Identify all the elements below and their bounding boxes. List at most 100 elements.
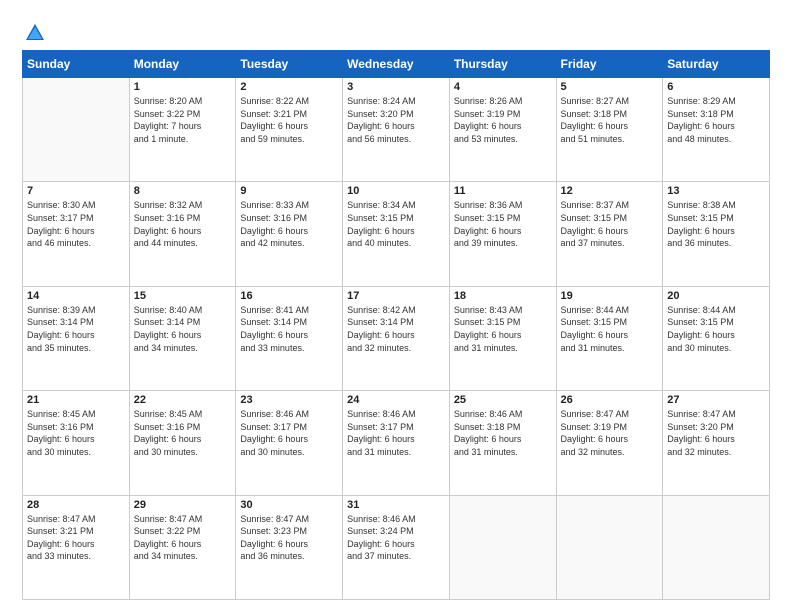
day-number: 25 [454, 394, 552, 406]
day-number: 13 [667, 185, 765, 197]
day-number: 31 [347, 499, 445, 511]
calendar-cell: 18Sunrise: 8:43 AM Sunset: 3:15 PM Dayli… [449, 286, 556, 390]
day-number: 2 [240, 81, 338, 93]
day-number: 30 [240, 499, 338, 511]
day-number: 7 [27, 185, 125, 197]
calendar-cell: 7Sunrise: 8:30 AM Sunset: 3:17 PM Daylig… [23, 182, 130, 286]
calendar-cell: 23 Sunrise: 8:46 AM Sunset: 3:17 PM Dayli… [236, 391, 343, 495]
week-row-3: 14 Sunrise: 8:39 AM Sunset: 3:14 PM Dayli… [23, 286, 770, 390]
col-header-friday: Friday [556, 51, 663, 78]
calendar-page: SundayMondayTuesdayWednesdayThursdayFrid… [0, 0, 792, 612]
day-number: 20 [667, 290, 765, 302]
day-number: 6 [667, 81, 765, 93]
day-info: Sunrise: 8:34 AM Sunset: 3:15 PM Dayligh… [347, 199, 445, 249]
calendar-cell: 27Sunrise: 8:47 AM Sunset: 3:20 PM Dayli… [663, 391, 770, 495]
day-number: 14 [27, 290, 125, 302]
calendar-cell: 24 Sunrise: 8:46 AM Sunset: 3:17 PM Dayli… [343, 391, 450, 495]
col-header-sunday: Sunday [23, 51, 130, 78]
day-number: 8 [134, 185, 232, 197]
day-info: Sunrise: 8:47 AM Sunset: 3:23 PM Dayligh… [240, 513, 338, 563]
week-row-1: 1 Sunrise: 8:20 AM Sunset: 3:22 PM Daylig… [23, 78, 770, 182]
calendar-cell: 6 Sunrise: 8:29 AM Sunset: 3:18 PM Daylig… [663, 78, 770, 182]
calendar-cell: 29 Sunrise: 8:47 AM Sunset: 3:22 PM Dayli… [129, 495, 236, 599]
calendar-cell: 30 Sunrise: 8:47 AM Sunset: 3:23 PM Dayli… [236, 495, 343, 599]
day-info: Sunrise: 8:46 AM Sunset: 3:17 PM Dayligh… [240, 408, 338, 458]
day-info: Sunrise: 8:44 AM Sunset: 3:15 PM Dayligh… [561, 304, 659, 354]
day-number: 24 [347, 394, 445, 406]
day-info: Sunrise: 8:45 AM Sunset: 3:16 PM Dayligh… [27, 408, 125, 458]
day-info: Sunrise: 8:37 AM Sunset: 3:15 PM Dayligh… [561, 199, 659, 249]
day-info: Sunrise: 8:26 AM Sunset: 3:19 PM Dayligh… [454, 95, 552, 145]
day-number: 10 [347, 185, 445, 197]
day-info: Sunrise: 8:33 AM Sunset: 3:16 PM Dayligh… [240, 199, 338, 249]
calendar-cell: 28Sunrise: 8:47 AM Sunset: 3:21 PM Dayli… [23, 495, 130, 599]
calendar-cell: 8 Sunrise: 8:32 AM Sunset: 3:16 PM Daylig… [129, 182, 236, 286]
calendar-cell: 14 Sunrise: 8:39 AM Sunset: 3:14 PM Dayli… [23, 286, 130, 390]
day-info: Sunrise: 8:47 AM Sunset: 3:22 PM Dayligh… [134, 513, 232, 563]
day-info: Sunrise: 8:39 AM Sunset: 3:14 PM Dayligh… [27, 304, 125, 354]
header [22, 18, 770, 44]
calendar-header-row: SundayMondayTuesdayWednesdayThursdayFrid… [23, 51, 770, 78]
day-number: 26 [561, 394, 659, 406]
calendar-cell: 2 Sunrise: 8:22 AM Sunset: 3:21 PM Daylig… [236, 78, 343, 182]
day-number: 1 [134, 81, 232, 93]
day-info: Sunrise: 8:42 AM Sunset: 3:14 PM Dayligh… [347, 304, 445, 354]
day-info: Sunrise: 8:46 AM Sunset: 3:17 PM Dayligh… [347, 408, 445, 458]
day-number: 15 [134, 290, 232, 302]
day-number: 12 [561, 185, 659, 197]
day-info: Sunrise: 8:32 AM Sunset: 3:16 PM Dayligh… [134, 199, 232, 249]
day-number: 16 [240, 290, 338, 302]
col-header-tuesday: Tuesday [236, 51, 343, 78]
calendar-cell: 17 Sunrise: 8:42 AM Sunset: 3:14 PM Dayli… [343, 286, 450, 390]
col-header-thursday: Thursday [449, 51, 556, 78]
logo-icon [24, 22, 46, 44]
day-number: 22 [134, 394, 232, 406]
calendar-cell: 22 Sunrise: 8:45 AM Sunset: 3:16 PM Dayli… [129, 391, 236, 495]
calendar-cell: 11Sunrise: 8:36 AM Sunset: 3:15 PM Dayli… [449, 182, 556, 286]
calendar-cell: 16 Sunrise: 8:41 AM Sunset: 3:14 PM Dayli… [236, 286, 343, 390]
day-info: Sunrise: 8:20 AM Sunset: 3:22 PM Dayligh… [134, 95, 232, 145]
calendar-cell: 13Sunrise: 8:38 AM Sunset: 3:15 PM Dayli… [663, 182, 770, 286]
day-number: 3 [347, 81, 445, 93]
calendar-cell: 10 Sunrise: 8:34 AM Sunset: 3:15 PM Dayli… [343, 182, 450, 286]
calendar-cell: 9 Sunrise: 8:33 AM Sunset: 3:16 PM Daylig… [236, 182, 343, 286]
day-info: Sunrise: 8:47 AM Sunset: 3:19 PM Dayligh… [561, 408, 659, 458]
calendar-cell [23, 78, 130, 182]
calendar-cell: 25 Sunrise: 8:46 AM Sunset: 3:18 PM Dayli… [449, 391, 556, 495]
day-number: 23 [240, 394, 338, 406]
day-info: Sunrise: 8:46 AM Sunset: 3:18 PM Dayligh… [454, 408, 552, 458]
calendar-cell: 26 Sunrise: 8:47 AM Sunset: 3:19 PM Dayli… [556, 391, 663, 495]
day-info: Sunrise: 8:46 AM Sunset: 3:24 PM Dayligh… [347, 513, 445, 563]
calendar-cell: 4 Sunrise: 8:26 AM Sunset: 3:19 PM Daylig… [449, 78, 556, 182]
week-row-2: 7Sunrise: 8:30 AM Sunset: 3:17 PM Daylig… [23, 182, 770, 286]
day-info: Sunrise: 8:45 AM Sunset: 3:16 PM Dayligh… [134, 408, 232, 458]
col-header-monday: Monday [129, 51, 236, 78]
calendar-table: SundayMondayTuesdayWednesdayThursdayFrid… [22, 50, 770, 600]
day-number: 21 [27, 394, 125, 406]
calendar-cell: 15 Sunrise: 8:40 AM Sunset: 3:14 PM Dayli… [129, 286, 236, 390]
calendar-cell [663, 495, 770, 599]
logo [22, 22, 46, 44]
week-row-5: 28Sunrise: 8:47 AM Sunset: 3:21 PM Dayli… [23, 495, 770, 599]
day-number: 18 [454, 290, 552, 302]
day-number: 19 [561, 290, 659, 302]
day-number: 5 [561, 81, 659, 93]
day-info: Sunrise: 8:27 AM Sunset: 3:18 PM Dayligh… [561, 95, 659, 145]
calendar-cell [556, 495, 663, 599]
day-number: 17 [347, 290, 445, 302]
calendar-cell: 20Sunrise: 8:44 AM Sunset: 3:15 PM Dayli… [663, 286, 770, 390]
day-info: Sunrise: 8:36 AM Sunset: 3:15 PM Dayligh… [454, 199, 552, 249]
day-info: Sunrise: 8:41 AM Sunset: 3:14 PM Dayligh… [240, 304, 338, 354]
day-info: Sunrise: 8:40 AM Sunset: 3:14 PM Dayligh… [134, 304, 232, 354]
calendar-cell: 3Sunrise: 8:24 AM Sunset: 3:20 PM Daylig… [343, 78, 450, 182]
day-info: Sunrise: 8:29 AM Sunset: 3:18 PM Dayligh… [667, 95, 765, 145]
calendar-cell: 12 Sunrise: 8:37 AM Sunset: 3:15 PM Dayli… [556, 182, 663, 286]
calendar-cell: 19 Sunrise: 8:44 AM Sunset: 3:15 PM Dayli… [556, 286, 663, 390]
day-info: Sunrise: 8:47 AM Sunset: 3:20 PM Dayligh… [667, 408, 765, 458]
col-header-wednesday: Wednesday [343, 51, 450, 78]
day-number: 9 [240, 185, 338, 197]
day-number: 29 [134, 499, 232, 511]
day-info: Sunrise: 8:22 AM Sunset: 3:21 PM Dayligh… [240, 95, 338, 145]
day-number: 4 [454, 81, 552, 93]
calendar-cell: 31 Sunrise: 8:46 AM Sunset: 3:24 PM Dayli… [343, 495, 450, 599]
